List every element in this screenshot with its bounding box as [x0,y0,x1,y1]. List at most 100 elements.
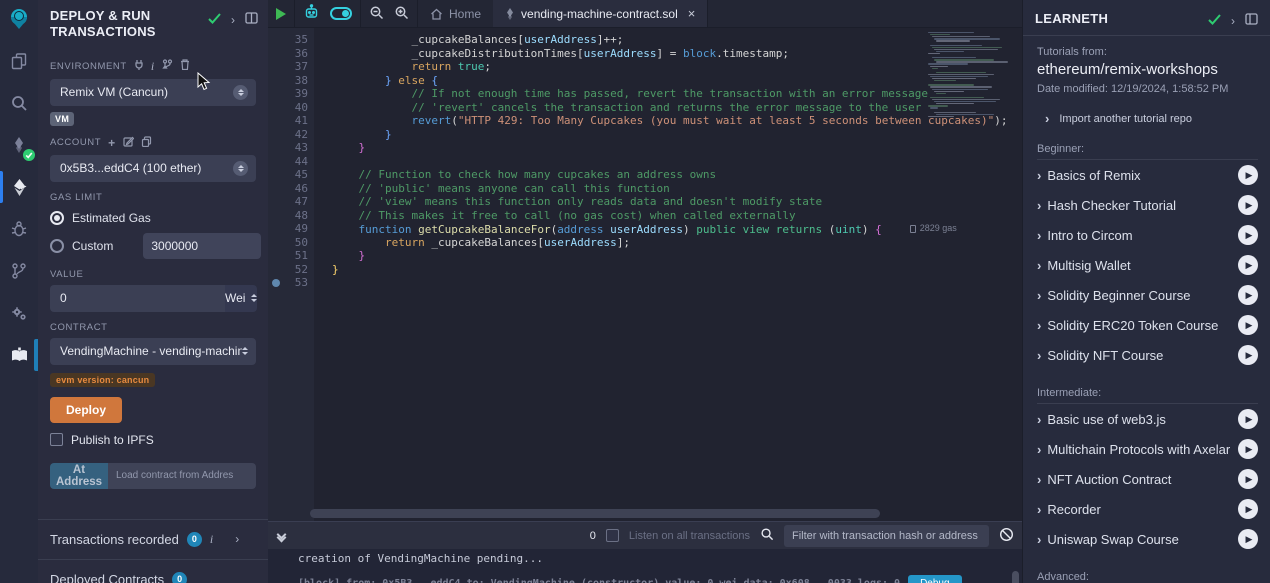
value-unit-select[interactable]: Wei [225,285,257,312]
solidity-compiler-icon[interactable] [0,132,38,158]
tutorial-item[interactable]: ›Hash Checker Tutorial▶ [1037,190,1258,220]
environment-info-icon[interactable]: i [151,59,155,74]
tutorial-item[interactable]: ›Solidity ERC20 Token Course▶ [1037,310,1258,340]
sign-message-icon[interactable] [123,136,134,150]
breakpoint-margin[interactable] [268,276,284,290]
tutorial-item[interactable]: ›Multisig Wallet▶ [1037,250,1258,280]
play-tutorial-button[interactable]: ▶ [1238,409,1258,429]
breakpoint-margin[interactable] [268,128,284,142]
breakpoint-margin[interactable] [268,209,284,223]
tutorial-item[interactable]: ›Recorder▶ [1037,494,1258,524]
custom-gas-input[interactable] [143,233,261,259]
play-tutorial-button[interactable]: ▶ [1238,469,1258,489]
chevron-right-icon[interactable]: › [235,532,239,546]
remix-logo-icon[interactable] [0,6,38,32]
at-address-input[interactable] [108,463,256,489]
close-tab-icon[interactable]: × [688,6,696,21]
play-tutorial-button[interactable]: ▶ [1238,345,1258,365]
breakpoint-margin[interactable] [268,263,284,277]
breakpoint-margin[interactable] [268,168,284,182]
play-tutorial-button[interactable]: ▶ [1238,439,1258,459]
deployed-contracts-label: Deployed Contracts [50,572,164,583]
zoom-out-icon[interactable] [369,5,384,23]
transactions-recorded-section[interactable]: Transactions recorded 0 i › [38,519,268,559]
tutorial-item[interactable]: ›Solidity Beginner Course▶ [1037,280,1258,310]
deploy-button[interactable]: Deploy [50,397,122,423]
debug-button[interactable]: Debug [908,575,961,583]
tutorial-item[interactable]: ›NFT Auction Contract▶ [1037,464,1258,494]
panel-pin-icon[interactable] [1245,13,1258,28]
custom-gas-radio[interactable] [50,239,64,253]
learneth-icon[interactable] [0,342,38,368]
git-icon[interactable] [0,258,38,284]
play-tutorial-button[interactable]: ▶ [1238,225,1258,245]
breakpoint-margin[interactable] [268,195,284,209]
tab-home[interactable]: Home [418,0,493,27]
run-script-button[interactable] [268,0,295,27]
tab-vending-machine-contract[interactable]: vending-machine-contract.sol × [493,0,708,27]
at-address-button[interactable]: At Address [50,463,108,489]
play-tutorial-button[interactable]: ▶ [1238,165,1258,185]
play-tutorial-button[interactable]: ▶ [1238,255,1258,275]
panel-pin-icon[interactable] [245,12,258,27]
terminal-collapse-icon[interactable] [278,531,285,541]
copy-account-icon[interactable] [141,136,152,150]
environment-select[interactable]: Remix VM (Cancun) [50,79,256,106]
account-select[interactable]: 0x5B3...eddC4 (100 ether) [50,155,256,182]
breakpoint-margin[interactable] [268,249,284,263]
breakpoint-margin[interactable] [268,182,284,196]
deploy-and-run-icon[interactable] [0,174,38,200]
delete-state-icon[interactable] [180,59,190,73]
clear-console-icon[interactable] [999,527,1014,545]
zoom-in-icon[interactable] [394,5,409,23]
play-tutorial-button[interactable]: ▶ [1238,285,1258,305]
publish-ipfs-checkbox[interactable] [50,433,63,446]
breakpoint-margin[interactable] [268,101,284,115]
file-explorer-icon[interactable] [0,48,38,74]
terminal-filter-input[interactable] [784,525,989,547]
search-icon[interactable] [0,90,38,116]
breakpoint-margin[interactable] [268,60,284,74]
ai-assistant-icon[interactable] [303,4,320,23]
tutorial-item[interactable]: ›Basic use of web3.js▶ [1037,404,1258,434]
play-tutorial-button[interactable]: ▶ [1238,499,1258,519]
terminal-search-icon[interactable] [760,527,774,544]
contract-select[interactable]: VendingMachine - vending-machin [50,338,256,365]
debugger-icon[interactable] [0,216,38,242]
code-editor[interactable]: 35 _cupcakeBalances[userAddress]++;36 _c… [268,28,1022,521]
breakpoint-margin[interactable] [268,155,284,169]
tutorial-item[interactable]: ›Solidity NFT Course▶ [1037,340,1258,370]
play-tutorial-button[interactable]: ▶ [1238,315,1258,335]
breakpoint-margin[interactable] [268,236,284,250]
terminal-scrollbar[interactable] [1012,571,1019,583]
solidity-file-icon [505,8,515,20]
listen-all-checkbox[interactable] [606,529,619,542]
line-number: 52 [284,263,314,277]
import-tutorial-repo[interactable]: › Import another tutorial repo [1037,111,1258,126]
add-account-icon[interactable]: + [108,136,116,150]
breakpoint-margin[interactable] [268,74,284,88]
tutorial-item[interactable]: ›Multichain Protocols with Axelar▶ [1037,434,1258,464]
breakpoint-margin[interactable] [268,87,284,101]
breakpoint-margin[interactable] [268,114,284,128]
value-input[interactable] [50,285,225,312]
breakpoint-margin[interactable] [268,222,284,236]
tutorial-item[interactable]: ›Basics of Remix▶ [1037,160,1258,190]
estimated-gas-radio[interactable] [50,211,64,225]
settings-icon[interactable] [0,300,38,326]
tutorial-item[interactable]: ›Uniswap Swap Course▶ [1037,524,1258,554]
plug-icon[interactable] [134,59,144,73]
tutorial-item[interactable]: ›Intro to Circom▶ [1037,220,1258,250]
deployed-contracts-section[interactable]: Deployed Contracts 0 [38,559,268,583]
transactions-info-icon[interactable]: i [210,532,213,547]
breakpoint-margin[interactable] [268,141,284,155]
breakpoint-dot[interactable] [272,279,280,287]
panel-expand-icon[interactable]: › [1231,14,1235,28]
breakpoint-margin[interactable] [268,33,284,47]
fork-state-icon[interactable] [162,59,173,73]
panel-expand-icon[interactable]: › [231,13,235,27]
breakpoint-margin[interactable] [268,47,284,61]
play-tutorial-button[interactable]: ▶ [1238,529,1258,549]
play-tutorial-button[interactable]: ▶ [1238,195,1258,215]
copilot-toggle[interactable] [330,7,352,20]
